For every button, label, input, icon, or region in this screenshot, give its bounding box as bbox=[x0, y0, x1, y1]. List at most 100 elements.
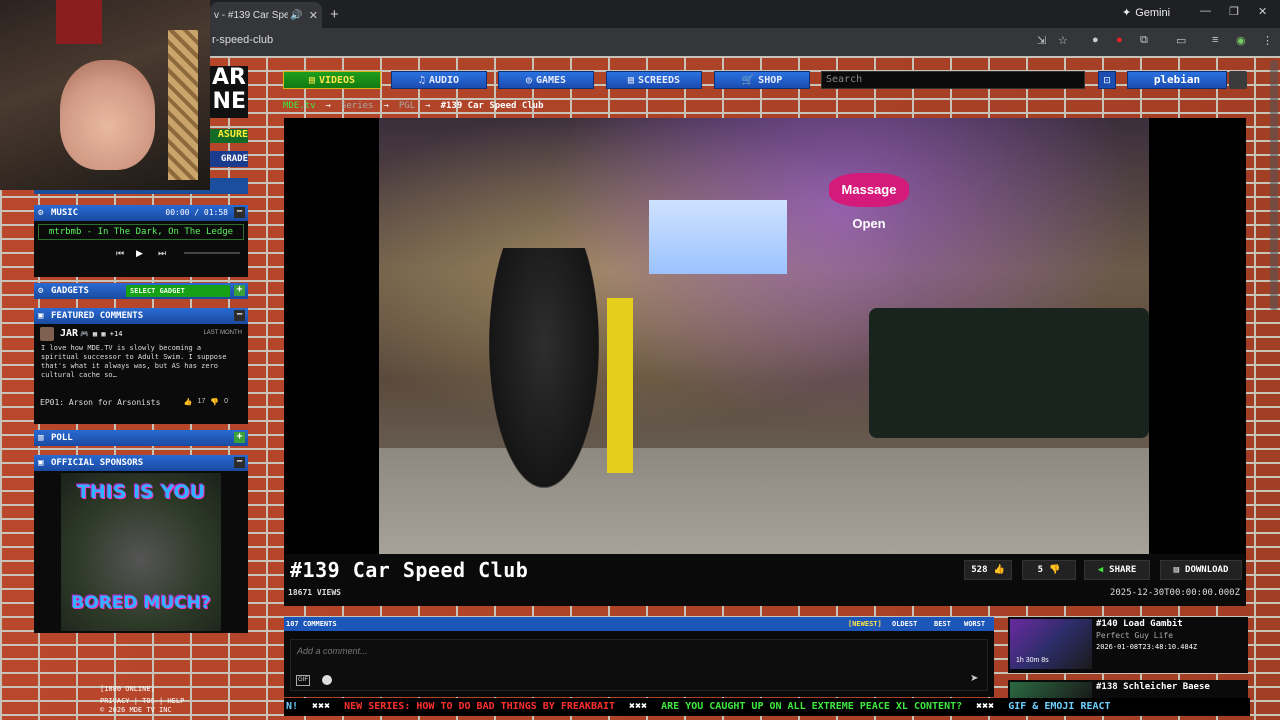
music-time: 00:00 / 01:58 bbox=[165, 208, 228, 217]
comment-input[interactable]: Add a comment... bbox=[290, 639, 988, 691]
related-date: 2026-01-08T23:48:10.484Z bbox=[1096, 643, 1198, 651]
breadcrumb-home[interactable]: MDE.tv bbox=[283, 101, 316, 111]
video-duration: 1h 30m 8s bbox=[1016, 657, 1049, 664]
gadgets-panel-header[interactable]: ⚙ GADGETS SELECT GADGET + bbox=[34, 283, 248, 299]
comments-section: 107 COMMENTS [NEWEST] OLDEST BEST WORST … bbox=[284, 617, 994, 697]
view-count: 18671 VIEWS bbox=[288, 588, 341, 597]
search-input[interactable]: Search bbox=[821, 71, 1085, 89]
panel-title: MUSIC bbox=[51, 208, 79, 218]
extension-icon[interactable]: ● bbox=[1116, 34, 1123, 46]
collapse-icon[interactable]: − bbox=[234, 207, 245, 218]
browser-tab[interactable]: v - #139 Car Speed C 🔊 ✕ bbox=[210, 2, 322, 28]
expand-icon[interactable]: + bbox=[234, 432, 245, 443]
gadget-select[interactable]: SELECT GADGET bbox=[126, 285, 230, 297]
dislike-button[interactable]: 5 👎 bbox=[1022, 560, 1076, 580]
comment-text: I love how MDE.TV is slowly becoming a s… bbox=[41, 344, 227, 379]
speaker-icon[interactable]: 🔊 bbox=[290, 10, 302, 21]
page-scrollbar[interactable] bbox=[1270, 60, 1278, 310]
thumbs-down-icon[interactable]: 👎 bbox=[210, 398, 219, 406]
featured-comments-header[interactable]: ▣ FEATURED COMMENTS − bbox=[34, 308, 248, 324]
nav-label: GAMES bbox=[535, 74, 567, 86]
video-info: #139 Car Speed Club 18671 VIEWS 2025-12-… bbox=[284, 554, 1246, 606]
poll-panel-header[interactable]: ▥ POLL + bbox=[34, 430, 248, 446]
avatar[interactable] bbox=[1229, 71, 1247, 89]
upgrade-button[interactable]: GRADE bbox=[210, 151, 248, 167]
sort-best[interactable]: BEST bbox=[934, 617, 951, 631]
gif-button[interactable]: GIF bbox=[296, 675, 310, 686]
nav-screeds[interactable]: ▤ SCREEDS bbox=[606, 71, 702, 89]
url-field[interactable]: r-speed-club bbox=[212, 34, 273, 46]
sidebar-icon[interactable]: ▭ bbox=[1176, 34, 1186, 47]
breadcrumb-show[interactable]: PGL bbox=[399, 101, 415, 111]
breadcrumb-arrow: → bbox=[383, 101, 389, 111]
play-icon[interactable]: ▶ bbox=[136, 248, 143, 259]
user-menu-button[interactable]: plebian bbox=[1127, 71, 1227, 89]
related-video[interactable]: #138 Schleicher Baese bbox=[1008, 680, 1248, 698]
dislike-count: 0 bbox=[224, 398, 228, 405]
treasure-link[interactable]: ASURE bbox=[210, 129, 248, 143]
sort-newest[interactable]: [NEWEST] bbox=[848, 617, 882, 631]
cart-button[interactable]: ⊡ bbox=[1098, 71, 1116, 89]
nav-games[interactable]: ◎ GAMES bbox=[498, 71, 594, 89]
site-logo[interactable]: AR NE bbox=[210, 66, 248, 118]
tab-title: v - #139 Car Speed C bbox=[214, 9, 289, 21]
speech-bubble-icon: ▣ bbox=[38, 311, 44, 321]
menu-icon[interactable]: ⋮ bbox=[1262, 34, 1273, 47]
bookmark-star-icon[interactable]: ☆ bbox=[1058, 34, 1068, 47]
online-count: [1880 ONLINE] bbox=[100, 685, 155, 693]
extension-icon[interactable]: ● bbox=[1092, 34, 1099, 46]
nav-videos[interactable]: ▤ VIDEOS bbox=[283, 71, 381, 89]
chart-icon: ▥ bbox=[38, 433, 44, 443]
window-close-icon[interactable]: ✕ bbox=[1258, 5, 1267, 18]
video-title: #139 Car Speed Club bbox=[290, 558, 529, 582]
like-button[interactable]: 528 👍 bbox=[964, 560, 1012, 580]
volume-slider[interactable] bbox=[184, 252, 240, 254]
collapse-icon[interactable]: − bbox=[234, 457, 245, 468]
comment-count: 107 COMMENTS bbox=[286, 620, 337, 628]
gear-icon: ⚙ bbox=[38, 286, 44, 296]
breadcrumb-series[interactable]: Series bbox=[341, 101, 374, 111]
video-scene-chair bbox=[489, 248, 599, 488]
restore-icon[interactable]: ❐ bbox=[1229, 5, 1239, 18]
news-ticker[interactable]: N! ✖✖✖ NEW SERIES: HOW TO DO BAD THINGS … bbox=[284, 698, 1250, 716]
profile-icon[interactable]: ◉ bbox=[1236, 34, 1246, 47]
nav-label: AUDIO bbox=[428, 74, 460, 86]
next-icon[interactable]: ⏭ bbox=[158, 248, 166, 259]
nav-audio[interactable]: ♫ AUDIO bbox=[391, 71, 487, 89]
sort-worst[interactable]: WORST bbox=[964, 617, 985, 631]
sponsors-panel-header[interactable]: ▣ OFFICIAL SPONSORS − bbox=[34, 455, 248, 471]
download-button[interactable]: ▤ DOWNLOAD bbox=[1160, 560, 1242, 580]
previous-icon[interactable]: ⏮ bbox=[116, 248, 124, 259]
minimize-icon[interactable]: — bbox=[1200, 5, 1211, 17]
downloads-icon[interactable]: ≡ bbox=[1212, 34, 1218, 46]
install-icon[interactable]: ⇲ bbox=[1037, 34, 1046, 47]
new-tab-icon[interactable]: + bbox=[330, 6, 339, 23]
music-panel-header[interactable]: ⚙ MUSIC 00:00 / 01:58 − bbox=[34, 205, 248, 221]
send-icon[interactable]: ➤ bbox=[970, 673, 978, 684]
thumbs-up-icon[interactable]: 👍 bbox=[184, 398, 193, 406]
related-title[interactable]: #138 Schleicher Baese bbox=[1096, 682, 1210, 692]
nav-shop[interactable]: 🛒 SHOP bbox=[714, 71, 810, 89]
sort-oldest[interactable]: OLDEST bbox=[892, 617, 917, 631]
nav-label: VIDEOS bbox=[318, 74, 356, 86]
footer-links[interactable]: PRIVACY | TOS | HELP bbox=[100, 697, 184, 705]
share-button[interactable]: ◀ SHARE bbox=[1084, 560, 1150, 580]
expand-icon[interactable]: + bbox=[234, 285, 245, 296]
video-frame[interactable]: Massage Open bbox=[379, 118, 1149, 554]
avatar[interactable] bbox=[40, 327, 54, 341]
emoji-icon[interactable] bbox=[322, 675, 332, 685]
collapse-icon[interactable]: − bbox=[234, 310, 245, 321]
document-icon: ▤ bbox=[627, 74, 634, 86]
gemini-button[interactable]: ✦ Gemini bbox=[1122, 6, 1170, 20]
featured-comment: JAR 🎮 ▦ ▦ +14 LAST MONTH I love how MDE.… bbox=[34, 324, 248, 424]
related-video[interactable]: 1h 30m 8s #140 Load Gambit Perfect Guy L… bbox=[1008, 617, 1248, 673]
puzzle-icon[interactable]: ⧉ bbox=[1140, 34, 1148, 47]
video-thumbnail[interactable] bbox=[1010, 682, 1092, 698]
sponsor-ad[interactable]: THIS IS YOU BORED MUCH? bbox=[61, 473, 221, 631]
comment-username[interactable]: JAR bbox=[60, 328, 78, 339]
video-player[interactable]: Massage Open bbox=[284, 118, 1246, 554]
episode-link[interactable]: EP01: Arson for Arsonists bbox=[40, 398, 160, 407]
handshake-icon: ▣ bbox=[38, 458, 44, 468]
close-icon[interactable]: ✕ bbox=[309, 9, 318, 22]
related-title[interactable]: #140 Load Gambit bbox=[1096, 619, 1183, 629]
